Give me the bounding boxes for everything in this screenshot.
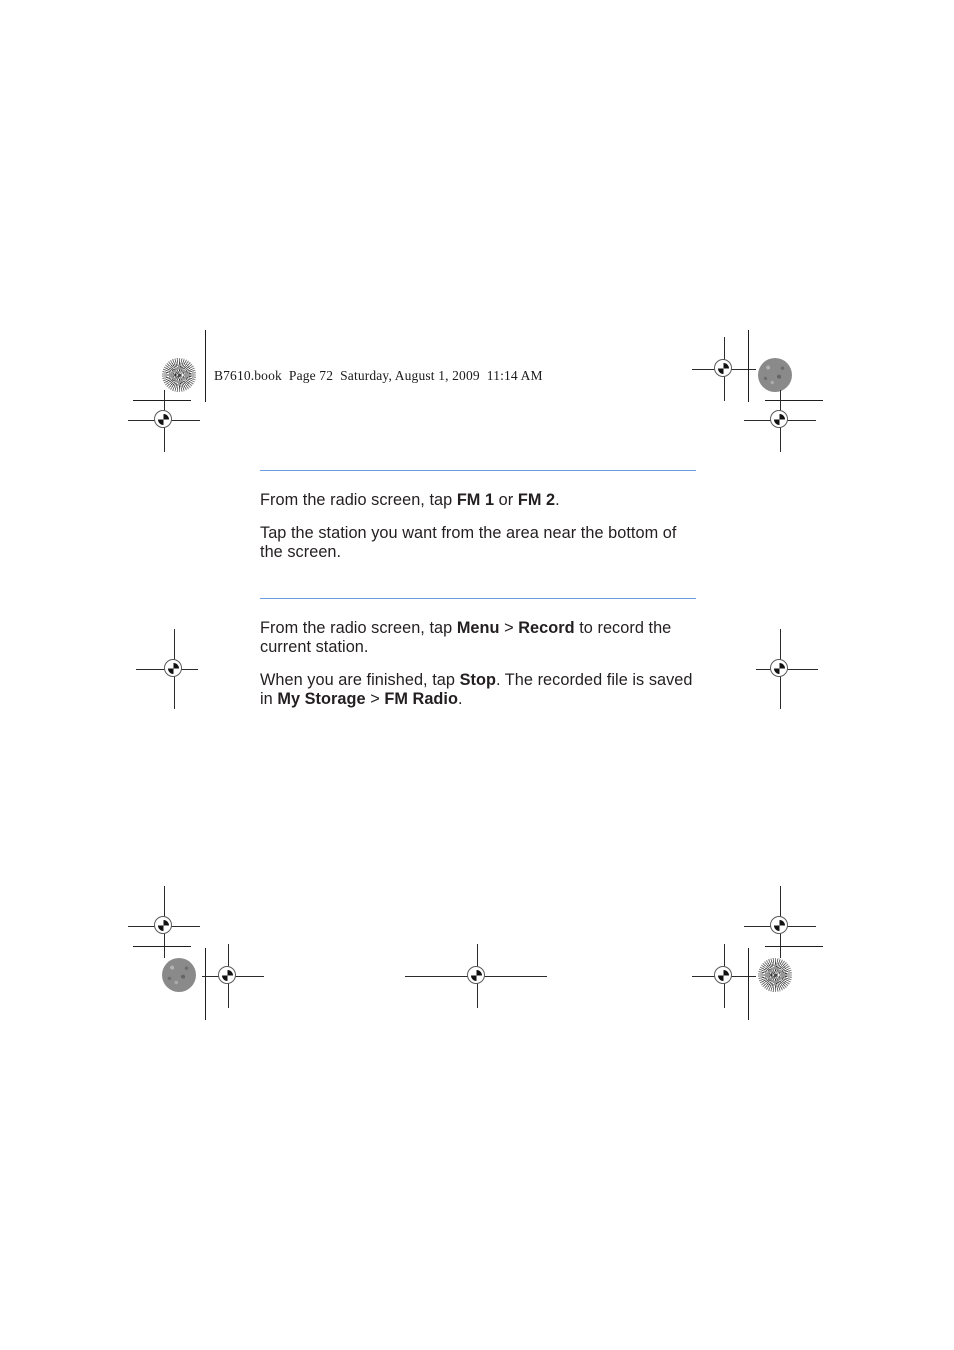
- emphasis-text: Stop: [459, 670, 496, 689]
- registration-target-bottom-left-inner: [202, 944, 264, 1008]
- emphasis-text: FM 1: [456, 491, 495, 509]
- trim-line-vertical-top-right: [748, 330, 749, 402]
- registration-target-top-right-outer: [744, 390, 816, 452]
- content-column: From the radio screen, tap FM 1 or FM 2.…: [260, 470, 696, 710]
- registration-target-mid-right: [756, 629, 818, 709]
- trim-line-horizontal-bottom-left: [133, 946, 191, 947]
- section-listen-to-saved-stations: From the radio screen, tap FM 1 or FM 2.…: [260, 470, 696, 563]
- registration-target-bottom-left: [128, 886, 200, 958]
- paragraph: From the radio screen, tap FM 1 or FM 2.: [260, 491, 696, 511]
- body-text: .: [458, 690, 463, 708]
- emphasis-text: My Storage: [277, 690, 366, 708]
- registration-target-bottom-center: [405, 944, 547, 1008]
- body-text: From the radio screen, tap: [260, 491, 457, 509]
- section-body: From the radio screen, tap Menu > Record…: [260, 599, 696, 710]
- path-separator: >: [499, 618, 519, 637]
- emphasis-text: FM Radio: [384, 690, 459, 708]
- emphasis-text: Menu: [456, 618, 500, 637]
- registration-target-mid-left: [136, 629, 198, 709]
- trim-line-horizontal-top-right: [765, 400, 823, 401]
- section-record-a-station: From the radio screen, tap Menu > Record…: [260, 597, 696, 710]
- paragraph: When you are finished, tap Stop. The rec…: [260, 671, 696, 710]
- emphasis-text: Record: [518, 618, 575, 637]
- trim-line-horizontal-bottom-right: [765, 946, 823, 947]
- registration-target-top-right-inner: [692, 337, 756, 401]
- body-text: When you are finished, tap: [260, 670, 460, 689]
- trim-line-vertical-bottom-left: [205, 948, 206, 1020]
- registration-target-top-left-outer: [128, 390, 200, 452]
- document-page: B7610.book Page 72 Saturday, August 1, 2…: [0, 0, 954, 1350]
- registration-target-bottom-right-inner: [692, 944, 756, 1008]
- trim-line-horizontal-top-left: [133, 400, 191, 401]
- emphasis-text: FM 2: [517, 491, 556, 509]
- body-text: or: [494, 491, 518, 509]
- trim-line-vertical-bottom-right: [748, 948, 749, 1020]
- grey-dot-bottom-left: [162, 958, 196, 992]
- registration-target-bottom-right: [744, 886, 816, 958]
- section-body: From the radio screen, tap FM 1 or FM 2.…: [260, 471, 696, 563]
- body-text: .: [555, 491, 560, 509]
- paragraph: Tap the station you want from the area n…: [260, 524, 696, 563]
- star-dot-bottom-right: [758, 958, 792, 992]
- grey-dot-top-right: [758, 358, 792, 392]
- trim-line-vertical-top-left: [205, 330, 206, 402]
- path-separator: >: [365, 690, 385, 708]
- star-dot-top-left: [162, 358, 196, 392]
- body-text: Tap the station you want from the area n…: [260, 523, 677, 562]
- body-text: From the radio screen, tap: [260, 618, 457, 637]
- paragraph: From the radio screen, tap Menu > Record…: [260, 619, 696, 658]
- print-header-text: B7610.book Page 72 Saturday, August 1, 2…: [214, 368, 543, 383]
